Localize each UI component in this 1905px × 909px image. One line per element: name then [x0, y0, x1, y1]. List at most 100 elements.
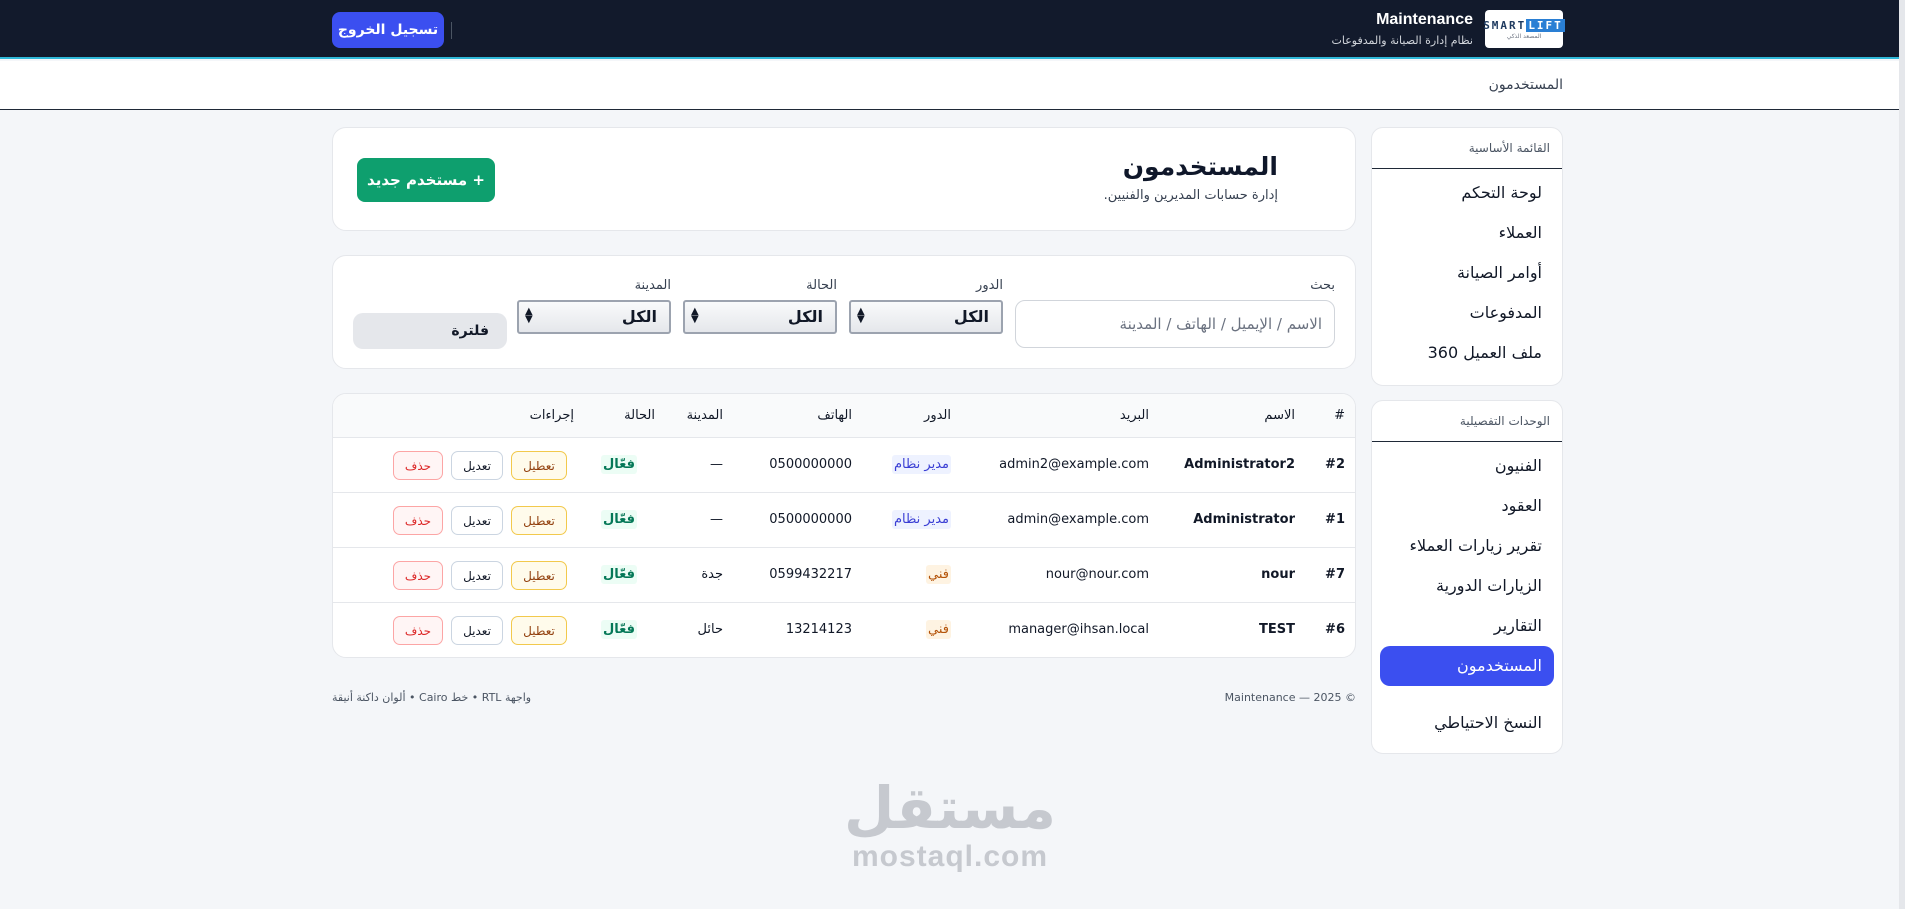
col-city: المدينة: [686, 408, 723, 423]
select-arrows-icon: ▲ ▼: [525, 306, 533, 325]
sidebar-item-periodic-visits[interactable]: الزيارات الدورية: [1372, 566, 1562, 606]
sidebar-item-clients[interactable]: العملاء: [1372, 213, 1562, 253]
breadcrumb: المستخدمون: [1488, 77, 1563, 93]
watermark: مستقل mostaql.com: [830, 776, 1070, 874]
edit-button[interactable]: تعديل: [451, 506, 503, 535]
brand-logo-wordmark: SMART LIFT: [1483, 18, 1565, 32]
table-header: # الاسم البريد الدور الهاتف المدينة الحا…: [333, 394, 1355, 438]
cell-email: admin@example.com: [1007, 512, 1149, 527]
cell-name: nour: [1261, 567, 1295, 582]
disable-button[interactable]: تعطيل: [511, 561, 567, 590]
status-badge: فعّال: [600, 510, 637, 529]
col-actions: إجراءات: [529, 408, 574, 423]
sidebar-item-client-360[interactable]: ملف العميل 360: [1372, 333, 1562, 373]
disable-button[interactable]: تعطيل: [511, 616, 567, 645]
table-row: #2 Administrator2 admin2@example.com مدي…: [333, 438, 1355, 493]
sidebar-item-payments[interactable]: المدفوعات: [1372, 293, 1562, 333]
logo-word-smart: SMART: [1483, 18, 1527, 32]
brand-text: Maintenance نظام إدارة الصيانة والمدفوعا…: [1332, 11, 1473, 47]
delete-button[interactable]: حذف: [393, 506, 443, 535]
sidebar-item-visit-report[interactable]: تقرير زيارات العملاء: [1372, 526, 1562, 566]
disable-button[interactable]: تعطيل: [511, 506, 567, 535]
select-arrows-icon: ▲ ▼: [857, 306, 865, 325]
cell-city: حائل: [697, 622, 723, 637]
sidebar-item-reports[interactable]: التقارير: [1372, 606, 1562, 646]
cell-id: #6: [1325, 622, 1345, 637]
status-select[interactable]: الكل ▲ ▼: [683, 300, 837, 334]
delete-button[interactable]: حذف: [393, 561, 443, 590]
logout-button[interactable]: تسجيل الخروج: [332, 12, 444, 48]
watermark-arabic: مستقل: [843, 774, 1057, 842]
delete-button[interactable]: حذف: [393, 451, 443, 480]
app-subtitle: نظام إدارة الصيانة والمدفوعات: [1331, 34, 1473, 47]
brand[interactable]: SMART LIFT المصعد الذكي Maintenance نظام …: [1332, 10, 1565, 48]
page-subtitle: إدارة حسابات المديرين والفنيين.: [1103, 188, 1278, 203]
brand-logo-tagline: المصعد الذكي: [1506, 32, 1542, 40]
disable-button[interactable]: تعطيل: [511, 451, 567, 480]
page-scrollbar[interactable]: [1899, 0, 1905, 909]
select-arrows-icon: ▲ ▼: [691, 306, 699, 325]
app-title: Maintenance: [1376, 11, 1473, 28]
top-bar: SMART LIFT المصعد الذكي Maintenance نظام …: [0, 0, 1905, 59]
footer-note: واجهة RTL • خط Cairo • ألوان داكنة أنيقة: [332, 691, 532, 704]
cell-id: #2: [1325, 457, 1345, 472]
breadcrumb-bar: المستخدمون: [0, 61, 1905, 110]
footer-copyright: © 2025 — Maintenance: [1224, 691, 1356, 704]
sidebar-item-users[interactable]: المستخدمون: [1380, 646, 1554, 686]
col-id: #: [1334, 408, 1345, 423]
filter-card: بحث الدور الكل ▲▼ الحالة الكل ▲▼ المدينة…: [332, 255, 1356, 369]
city-select[interactable]: الكل ▲ ▼: [517, 300, 671, 334]
edit-button[interactable]: تعديل: [451, 561, 503, 590]
cell-city: جدة: [701, 567, 723, 582]
sidebar-main-heading: القائمة الأساسية: [1372, 128, 1562, 169]
status-filter-label: الحالة: [806, 278, 837, 293]
cell-name: Administrator2: [1184, 457, 1295, 472]
edit-button[interactable]: تعديل: [451, 451, 503, 480]
sidebar-detail-list: الفنيون العقود تقرير زيارات العملاء الزي…: [1372, 442, 1562, 743]
brand-logo: SMART LIFT المصعد الذكي: [1483, 10, 1565, 48]
edit-button[interactable]: تعديل: [451, 616, 503, 645]
cell-id: #7: [1325, 567, 1345, 582]
table-row: #6 TEST manager@ihsan.local فني 13214123…: [333, 603, 1355, 657]
cell-phone: 0500000000: [769, 457, 852, 472]
role-filter-label: الدور: [976, 278, 1003, 293]
sidebar-item-backup[interactable]: النسخ الاحتياطي: [1372, 703, 1562, 743]
cell-email: nour@nour.com: [1045, 567, 1149, 582]
role-badge: مدير نظام: [891, 510, 951, 529]
role-select[interactable]: الكل ▲ ▼: [849, 300, 1003, 334]
role-badge: مدير نظام: [891, 455, 951, 474]
sidebar-item-technicians[interactable]: الفنيون: [1372, 446, 1562, 486]
logo-word-lift: LIFT: [1526, 18, 1565, 32]
col-role: الدور: [924, 408, 951, 423]
sidebar-item-work-orders[interactable]: أوامر الصيانة: [1372, 253, 1562, 293]
page-header-card: المستخدمون إدارة حسابات المديرين والفنيي…: [332, 127, 1356, 231]
sidebar-detail-heading: الوحدات التفصيلية: [1372, 401, 1562, 442]
search-input[interactable]: [1015, 300, 1335, 348]
role-badge: فني: [926, 565, 951, 584]
cell-phone: 13214123: [785, 622, 852, 637]
col-email: البريد: [1119, 408, 1149, 423]
sidebar-detail-menu: الوحدات التفصيلية الفنيون العقود تقرير ز…: [1371, 400, 1563, 754]
sidebar-item-dashboard[interactable]: لوحة التحكم: [1372, 173, 1562, 213]
status-badge: فعّال: [600, 455, 637, 474]
status-badge: فعّال: [600, 565, 637, 584]
cell-city: —: [710, 457, 723, 472]
col-status: الحالة: [624, 408, 655, 423]
table-row: #7 nour nour@nour.com فني 0599432217 جدة…: [333, 548, 1355, 603]
filter-button[interactable]: فلترة: [353, 313, 507, 349]
cell-phone: 0599432217: [769, 567, 852, 582]
sidebar-main-menu: القائمة الأساسية لوحة التحكم العملاء أوا…: [1371, 127, 1563, 386]
watermark-latin: mostaql.com: [851, 840, 1049, 873]
city-filter-label: المدينة: [634, 278, 671, 293]
cell-name: TEST: [1259, 622, 1295, 637]
search-label: بحث: [1310, 278, 1335, 293]
new-user-button[interactable]: + مستخدم جديد: [357, 158, 495, 202]
status-badge: فعّال: [600, 620, 637, 639]
city-select-value: الكل: [621, 307, 657, 326]
sidebar-item-contracts[interactable]: العقود: [1372, 486, 1562, 526]
cell-phone: 0500000000: [769, 512, 852, 527]
col-phone: الهاتف: [817, 408, 852, 423]
cell-id: #1: [1325, 512, 1345, 527]
delete-button[interactable]: حذف: [393, 616, 443, 645]
page-title: المستخدمون: [1122, 152, 1278, 181]
